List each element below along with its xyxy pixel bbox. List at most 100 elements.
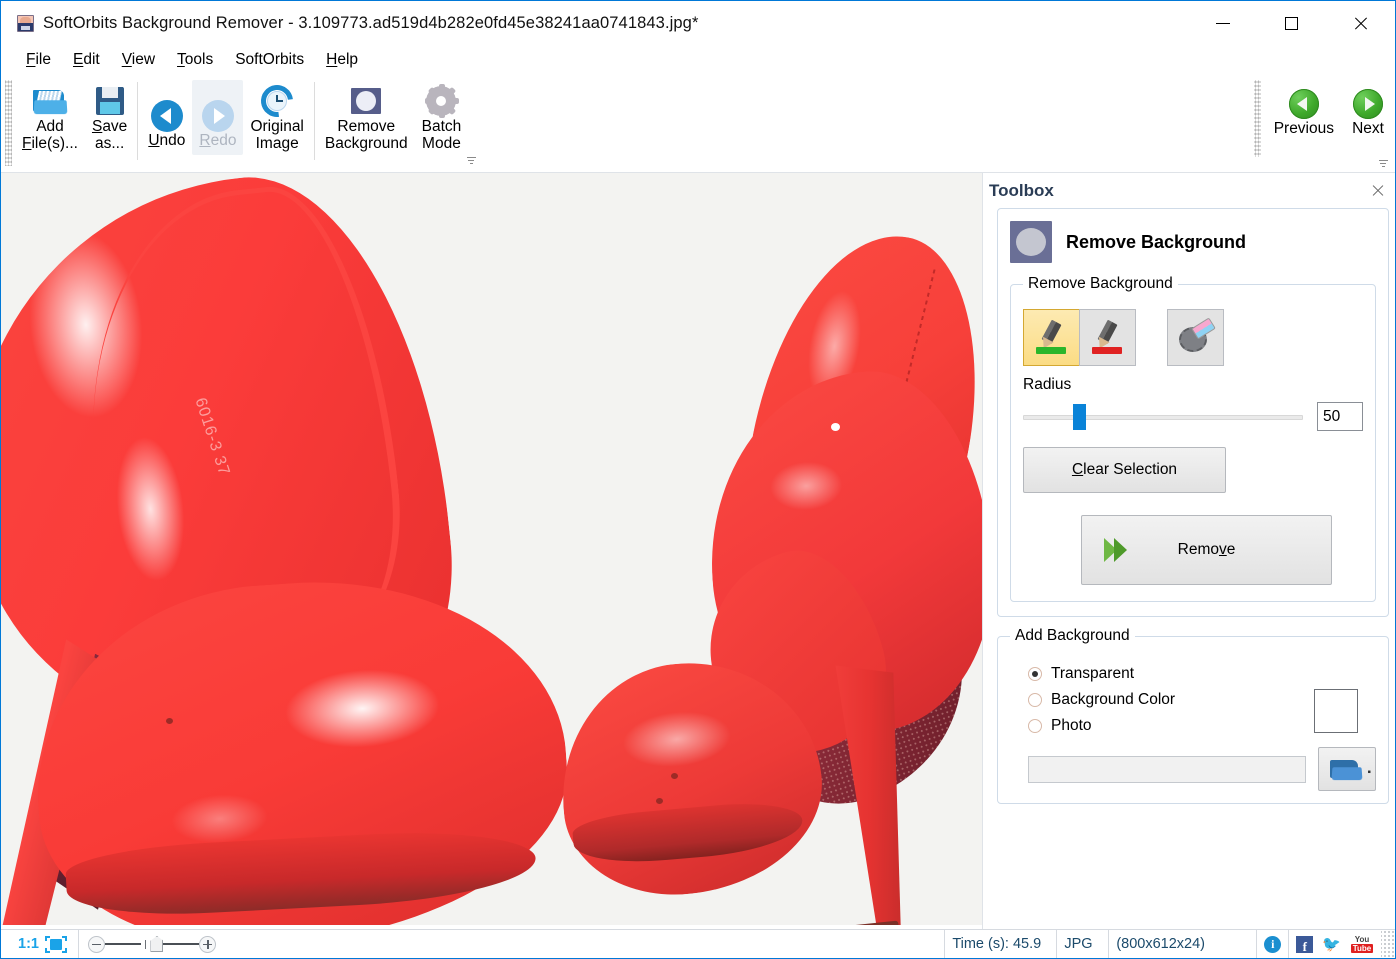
close-button[interactable] bbox=[1326, 1, 1395, 45]
zoom-track-right bbox=[163, 943, 199, 945]
image-preview[interactable]: 6016-3 37 bbox=[1, 173, 983, 925]
radius-label: Radius bbox=[1023, 376, 1363, 394]
app-icon bbox=[17, 15, 34, 32]
batch-mode-label-line1: Batch bbox=[422, 119, 462, 136]
redo-arrow-icon bbox=[202, 99, 234, 133]
format-status: JPG bbox=[1057, 930, 1109, 958]
remove-background-button[interactable]: Remove Background bbox=[318, 80, 415, 157]
photo-radio[interactable] bbox=[1028, 719, 1042, 733]
toolbar-drag-handle[interactable] bbox=[5, 80, 12, 166]
redo-button[interactable]: Redo bbox=[192, 80, 243, 155]
menu-tools[interactable]: Tools bbox=[166, 49, 224, 71]
background-color-swatch[interactable] bbox=[1314, 689, 1358, 733]
toolbar-nav-drag-handle[interactable] bbox=[1254, 80, 1261, 157]
time-status: Time (s): 45.9 bbox=[945, 930, 1057, 958]
batch-mode-button[interactable]: Batch Mode bbox=[415, 80, 469, 157]
zoom-in-icon[interactable] bbox=[199, 936, 216, 953]
zoom-slider-handle[interactable] bbox=[150, 936, 163, 952]
save-as-button[interactable]: Save as... bbox=[85, 80, 134, 157]
minimize-button[interactable] bbox=[1188, 1, 1257, 45]
radius-slider-thumb[interactable] bbox=[1073, 404, 1086, 430]
remove-background-panel: Remove Background Remove Background bbox=[997, 208, 1389, 617]
menu-edit[interactable]: Edit bbox=[62, 49, 111, 71]
toolbar-separator-1 bbox=[137, 82, 138, 160]
image-canvas-area[interactable]: 6016-3 37 bbox=[1, 173, 983, 929]
toolbar-overflow-button[interactable] bbox=[465, 150, 477, 164]
original-image-label-line2: Image bbox=[256, 136, 299, 153]
transparent-radio[interactable] bbox=[1028, 667, 1042, 681]
zoom-center-tick bbox=[145, 940, 147, 949]
status-bar: 1:1 Time (s): 45.9 JPG (800x612x24) i f … bbox=[1, 929, 1395, 958]
remove-background-icon bbox=[351, 83, 381, 119]
remove-background-label-line2: Background bbox=[325, 136, 408, 153]
remove-marker-tool-button[interactable] bbox=[1079, 309, 1136, 366]
info-cell: i bbox=[1257, 930, 1289, 958]
remove-button[interactable]: Remove bbox=[1081, 515, 1332, 585]
twitter-icon[interactable]: 🐦 bbox=[1322, 935, 1341, 953]
zoom-out-icon[interactable] bbox=[88, 936, 105, 953]
menu-view[interactable]: View bbox=[111, 49, 166, 71]
maximize-button[interactable] bbox=[1257, 1, 1326, 45]
status-spacer bbox=[225, 930, 945, 958]
zoom-ratio-label: 1:1 bbox=[8, 936, 45, 952]
radius-slider[interactable] bbox=[1023, 404, 1303, 430]
main-body: 6016-3 37 bbox=[1, 173, 1395, 929]
youtube-icon[interactable]: You Tube bbox=[1350, 935, 1374, 954]
remove-background-thumb-icon bbox=[1010, 221, 1052, 263]
photo-path-input[interactable] bbox=[1028, 756, 1306, 783]
toolbar-separator-2 bbox=[314, 82, 315, 160]
toolbox-title: Toolbox bbox=[989, 181, 1054, 201]
toolbar-group-navigation: Previous Next bbox=[1254, 74, 1395, 173]
toolbox-close-icon[interactable] bbox=[1371, 184, 1385, 198]
add-background-legend: Add Background bbox=[1010, 627, 1135, 645]
add-files-button[interactable]: Add File(s)... bbox=[15, 80, 85, 157]
radius-slider-row: 50 bbox=[1023, 402, 1363, 431]
window-controls bbox=[1188, 1, 1395, 45]
next-button[interactable]: Next bbox=[1341, 84, 1395, 143]
save-as-label-line1: Save bbox=[92, 119, 127, 136]
remove-button-label: Remove bbox=[1178, 541, 1236, 559]
eraser-tool-button[interactable] bbox=[1167, 309, 1224, 366]
zoom-slider[interactable] bbox=[79, 930, 226, 958]
undo-label: Undo bbox=[148, 133, 185, 150]
zoom-status-cell: 1:1 bbox=[1, 930, 79, 958]
original-image-label-line1: Original bbox=[250, 119, 303, 136]
transparent-label: Transparent bbox=[1051, 665, 1134, 683]
browse-photo-button[interactable]: ▪ bbox=[1318, 747, 1376, 791]
background-color-radio[interactable] bbox=[1028, 693, 1042, 707]
add-files-label-line1: Add bbox=[36, 119, 64, 136]
clock-history-icon bbox=[261, 83, 293, 119]
toolbar-nav-overflow-button[interactable] bbox=[1377, 153, 1389, 167]
save-as-label-line2: as... bbox=[95, 136, 124, 153]
menu-help[interactable]: Help bbox=[315, 49, 369, 71]
add-files-label-line2: File(s)... bbox=[22, 136, 78, 153]
clear-selection-label: Clear Selection bbox=[1072, 461, 1177, 479]
gear-icon bbox=[426, 83, 456, 119]
facebook-icon[interactable]: f bbox=[1296, 936, 1313, 953]
menu-file-rest: ile bbox=[35, 51, 51, 68]
keep-marker-tool-button[interactable] bbox=[1023, 309, 1080, 366]
original-image-button[interactable]: Original Image bbox=[243, 80, 310, 157]
menu-softorbits[interactable]: SoftOrbits bbox=[224, 49, 315, 71]
batch-mode-label-line2: Mode bbox=[422, 136, 461, 153]
add-background-fieldset: Add Background Transparent Background Co… bbox=[997, 627, 1389, 804]
background-color-label: Background Color bbox=[1051, 691, 1175, 709]
green-left-arrow-icon bbox=[1289, 87, 1319, 121]
undo-button[interactable]: Undo bbox=[141, 80, 192, 155]
menu-file[interactable]: File bbox=[15, 49, 62, 71]
green-double-arrow-icon bbox=[1104, 538, 1134, 562]
clear-selection-button[interactable]: Clear Selection bbox=[1023, 447, 1226, 493]
zoom-track-left bbox=[105, 943, 141, 945]
floppy-disk-icon bbox=[96, 83, 124, 119]
toolbar-group-file: Add File(s)... Save as... bbox=[15, 74, 134, 172]
option-transparent[interactable]: Transparent bbox=[1028, 665, 1376, 683]
previous-button[interactable]: Previous bbox=[1267, 84, 1341, 143]
left-shoe-graphic: 6016-3 37 bbox=[1, 183, 591, 923]
radius-value-input[interactable]: 50 bbox=[1317, 402, 1363, 431]
resize-grip[interactable] bbox=[1381, 930, 1395, 958]
redo-label: Redo bbox=[199, 133, 236, 150]
fit-to-window-icon[interactable] bbox=[45, 936, 67, 953]
menu-tools-rest: ools bbox=[185, 51, 213, 68]
photo-path-row: ▪ bbox=[1028, 747, 1376, 791]
info-icon[interactable]: i bbox=[1264, 936, 1281, 953]
